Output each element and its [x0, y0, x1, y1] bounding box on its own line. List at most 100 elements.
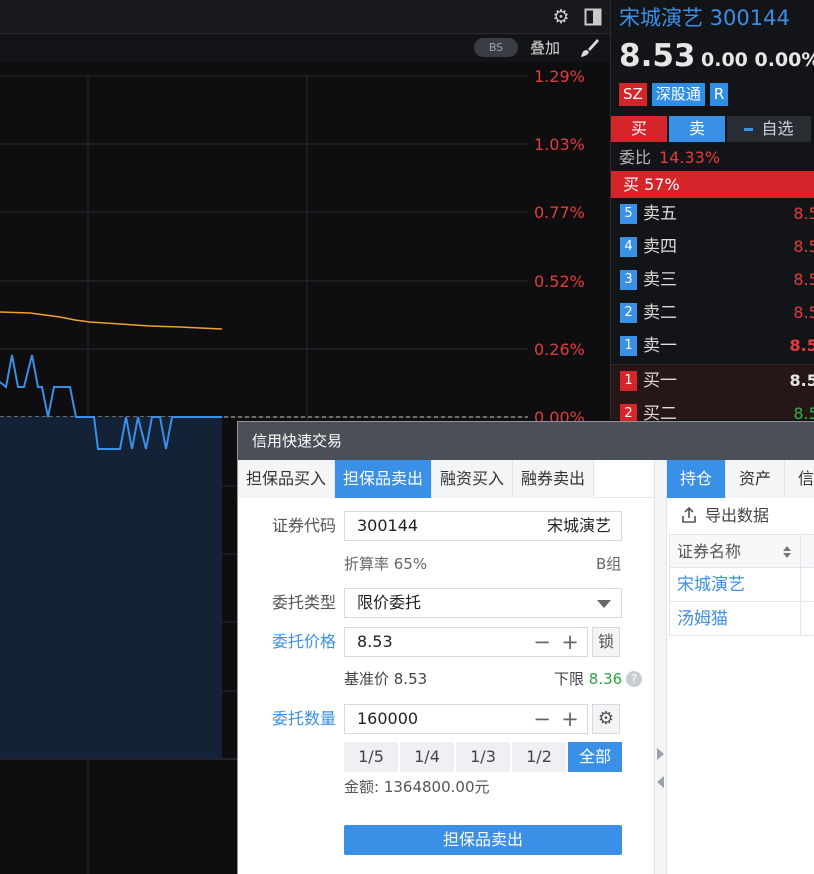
security-code-input[interactable]: 300144 宋城演艺	[344, 511, 622, 541]
remove-favorite-button[interactable]: 自选	[727, 116, 811, 142]
ask-row[interactable]: 4 卖四 8.57	[611, 231, 814, 264]
connect-tag[interactable]: 深股通	[651, 83, 705, 106]
gear-icon[interactable]: ⚙	[550, 6, 572, 28]
price-increment-icon[interactable]: +	[559, 631, 581, 653]
base-price: 基准价 8.53	[344, 670, 428, 688]
table-row[interactable]: 汤姆猫	[669, 602, 814, 636]
security-code-value: 300144	[357, 516, 419, 535]
position-name[interactable]: 汤姆猫	[677, 607, 728, 631]
positions-table-header: 证券名称	[669, 534, 814, 568]
expand-right-icon[interactable]	[657, 748, 664, 760]
position-name[interactable]: 宋城演艺	[677, 573, 745, 597]
stock-change: 0.00 0.00%	[701, 49, 814, 71]
app-root: ⚙ BS 叠加 1.29% 1.03% 0.77% 0.52% 0.26% 0.00% 宋…	[0, 0, 814, 874]
level-badge: 5	[620, 204, 637, 224]
table-row[interactable]: 宋城演艺	[669, 568, 814, 602]
ask-row[interactable]: 3 卖三 8.56	[611, 264, 814, 297]
level-price: 8.54	[789, 336, 814, 355]
tab-assets[interactable]: 资产	[726, 460, 786, 498]
level-price: 8.56	[793, 270, 814, 289]
minus-icon	[744, 128, 754, 131]
stock-title[interactable]: 宋城演艺 300144	[619, 4, 790, 32]
overlay-button[interactable]: 叠加	[530, 37, 560, 59]
collateral-sell-submit-button[interactable]: 担保品卖出	[344, 825, 622, 855]
tab-credit[interactable]: 信	[785, 460, 814, 498]
dialog-title-bar[interactable]: 信用快速交易	[238, 422, 814, 460]
tab-margin-buy[interactable]: 融资买入	[432, 460, 514, 498]
export-label: 导出数据	[705, 506, 770, 525]
panel-toggle-icon[interactable]	[582, 6, 604, 28]
level-price: 8.57	[793, 237, 814, 256]
lower-limit: 下限 8.36?	[554, 668, 643, 690]
order-type-select[interactable]: 限价委托	[344, 588, 622, 618]
order-entry-pane: 担保品买入 担保品卖出 融资买入 融券卖出 证券代码 300144 宋城演艺 折…	[238, 460, 654, 874]
ask-row[interactable]: 5 卖五 8.58	[611, 198, 814, 231]
level-label: 卖五	[643, 204, 677, 224]
security-name-value: 宋城演艺	[546, 516, 611, 535]
order-quantity-label: 委托数量	[271, 709, 336, 728]
market-tag: SZ	[619, 83, 647, 106]
credit-quick-trade-dialog: 信用快速交易 担保品买入 担保品卖出 融资买入 融券卖出 证券代码 300144…	[237, 421, 814, 874]
export-data-button[interactable]: 导出数据	[681, 504, 769, 528]
ratio-label: 委比	[619, 148, 652, 167]
bid-row[interactable]: 1 买一 8.53	[611, 365, 814, 398]
tab-collateral-buy[interactable]: 担保品买入	[238, 460, 336, 498]
level-price: 8.58	[793, 204, 814, 223]
level-badge: 4	[620, 237, 637, 257]
order-quantity-input[interactable]: 160000 − +	[344, 704, 588, 734]
lower-limit-label: 下限	[554, 670, 585, 688]
collateral-group: B组	[596, 555, 622, 573]
chart-subbar	[0, 34, 610, 62]
discount-rate: 折算率 65%	[344, 555, 428, 573]
fraction-one-third-button[interactable]: 1/3	[456, 742, 510, 772]
level-label: 卖三	[643, 270, 677, 290]
order-amount: 金额: 1364800.00元	[344, 778, 490, 796]
chart-toolbar: ⚙	[0, 0, 610, 34]
account-tabs: 持仓 资产 信	[667, 460, 814, 498]
y-axis-label: 0.77%	[534, 203, 585, 222]
ask-row[interactable]: 2 卖二 8.55	[611, 297, 814, 330]
collapse-left-icon[interactable]	[657, 776, 664, 788]
buy-percent-bar: 买 57%	[611, 171, 814, 198]
quantity-increment-icon[interactable]: +	[559, 708, 581, 730]
level-badge: 3	[620, 270, 637, 290]
tab-positions[interactable]: 持仓	[667, 460, 727, 498]
level-badge: 1	[620, 371, 637, 391]
trade-type-tabs: 担保品买入 担保品卖出 融资买入 融券卖出	[238, 460, 654, 498]
bs-toggle[interactable]: BS	[474, 38, 518, 57]
column-divider	[800, 602, 801, 635]
order-price-input[interactable]: 8.53 − +	[344, 627, 588, 657]
help-icon[interactable]: ?	[626, 671, 643, 687]
fraction-one-quarter-button[interactable]: 1/4	[400, 742, 454, 772]
y-axis-label: 0.52%	[534, 272, 585, 291]
price-decrement-icon[interactable]: −	[531, 631, 553, 653]
quantity-decrement-icon[interactable]: −	[531, 708, 553, 730]
pane-splitter[interactable]	[654, 460, 667, 874]
level-badge: 1	[620, 336, 637, 356]
order-price-value: 8.53	[357, 632, 393, 651]
y-axis-label: 1.03%	[534, 135, 585, 154]
ask-row[interactable]: 1 卖一 8.54	[611, 330, 814, 363]
order-type-value: 限价委托	[357, 593, 422, 612]
price-lock-button[interactable]: 锁	[592, 627, 620, 657]
sort-icon[interactable]	[782, 545, 792, 559]
level-label: 卖一	[643, 336, 677, 356]
tab-short-sell[interactable]: 融券卖出	[513, 460, 595, 498]
y-axis-label: 1.29%	[534, 67, 585, 86]
column-header-security-name[interactable]: 证券名称	[677, 541, 741, 563]
fraction-one-fifth-button[interactable]: 1/5	[344, 742, 398, 772]
dialog-title: 信用快速交易	[252, 432, 343, 450]
quantity-settings-button[interactable]: ⚙	[592, 704, 620, 734]
sell-button[interactable]: 卖	[669, 116, 725, 142]
y-axis-label: 0.26%	[534, 340, 585, 359]
level-price: 8.55	[793, 303, 814, 322]
brush-icon[interactable]	[578, 37, 600, 59]
level-badge: 2	[620, 303, 637, 323]
tab-collateral-sell[interactable]: 担保品卖出	[335, 460, 433, 498]
fraction-one-half-button[interactable]: 1/2	[512, 742, 566, 772]
export-icon	[682, 507, 696, 523]
level-label: 买一	[643, 371, 677, 391]
margin-tag: R	[709, 83, 729, 106]
buy-button[interactable]: 买	[611, 116, 667, 142]
fraction-all-button[interactable]: 全部	[568, 742, 622, 772]
